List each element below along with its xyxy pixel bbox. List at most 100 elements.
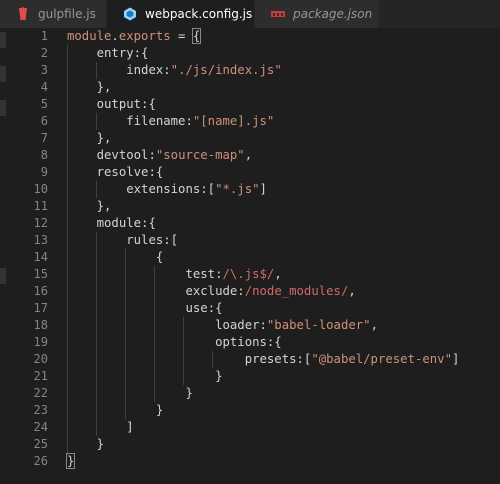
code-token: /\.js$/ xyxy=(222,267,275,281)
code-token: : xyxy=(237,284,245,298)
code-line[interactable]: use:{ xyxy=(67,300,500,317)
code-token: "source-map" xyxy=(155,148,245,162)
line-number: 2 xyxy=(40,46,48,60)
code-line[interactable]: entry:{ xyxy=(67,45,500,62)
code-line[interactable]: devtool:"source-map", xyxy=(67,147,500,164)
code-line[interactable]: } xyxy=(67,368,500,385)
line-number: 13 xyxy=(33,233,48,247)
code-token: options xyxy=(215,335,267,349)
code-line[interactable]: { xyxy=(67,249,500,266)
code-token: :{ xyxy=(141,216,156,230)
code-token: "./js/index.js" xyxy=(170,63,282,77)
tab-gulpfile[interactable]: gulpfile.js xyxy=(0,0,107,28)
code-token: "@babel/preset-env" xyxy=(311,352,452,366)
line-number: 11 xyxy=(33,199,48,213)
line-number: 1 xyxy=(40,29,48,43)
code-token: : xyxy=(148,148,156,162)
tab-package-json[interactable]: package.json xyxy=(255,0,380,28)
code-token: "[name].js" xyxy=(192,114,275,128)
gutter-marker xyxy=(0,66,6,82)
code-token: exclude xyxy=(185,284,238,298)
gulp-icon xyxy=(16,7,30,21)
code-token: resolve xyxy=(96,165,149,179)
code-line[interactable]: loader:"babel-loader", xyxy=(67,317,500,334)
gutter-marker xyxy=(0,268,6,284)
code-editor[interactable]: module.exports = { entry:{ index:"./js/i… xyxy=(65,28,500,470)
code-token: use xyxy=(185,301,208,315)
code-line[interactable]: module:{ xyxy=(67,215,500,232)
line-number: 10 xyxy=(33,182,48,196)
gutter-strip xyxy=(0,28,9,484)
line-number: 25 xyxy=(33,437,48,451)
code-line[interactable]: } xyxy=(67,402,500,419)
code-line[interactable]: module.exports = { xyxy=(67,28,500,45)
code-token: : xyxy=(163,63,171,77)
code-line[interactable]: }, xyxy=(67,130,500,147)
line-number: 21 xyxy=(33,369,48,383)
code-token: "*.js" xyxy=(215,182,260,196)
code-token: loader xyxy=(215,318,260,332)
line-number: 15 xyxy=(33,267,48,281)
code-token: ] xyxy=(259,182,267,196)
code-token: : xyxy=(259,318,267,332)
tab-label: gulpfile.js xyxy=(38,7,96,21)
code-token: module xyxy=(67,29,112,43)
code-token: = xyxy=(170,29,193,43)
line-number: 16 xyxy=(33,284,48,298)
line-number: 7 xyxy=(40,131,48,145)
code-token: rules xyxy=(126,233,164,247)
code-line[interactable]: rules:[ xyxy=(67,232,500,249)
code-line[interactable]: options:{ xyxy=(67,334,500,351)
code-token: filename xyxy=(126,114,186,128)
code-token: module xyxy=(96,216,142,230)
code-token: , xyxy=(274,267,282,281)
tab-label: webpack.config.js xyxy=(145,7,253,21)
matched-bracket: } xyxy=(65,453,76,469)
code-line[interactable]: filename:"[name].js" xyxy=(67,113,500,130)
code-token: :{ xyxy=(266,335,282,349)
code-token: }, xyxy=(96,131,112,145)
code-token: : xyxy=(185,114,193,128)
tab-label: package.json xyxy=(293,7,373,21)
code-token: }, xyxy=(96,80,112,94)
gutter-marker xyxy=(0,100,6,116)
code-line[interactable]: test:/\.js$/, xyxy=(67,266,500,283)
code-token: exports xyxy=(118,29,171,43)
code-line[interactable]: index:"./js/index.js" xyxy=(67,62,500,79)
webpack-icon xyxy=(123,7,137,21)
tab-webpack-config[interactable]: webpack.config.js × xyxy=(107,0,275,28)
code-token: } xyxy=(215,369,223,383)
code-line[interactable]: } xyxy=(67,385,500,402)
code-line[interactable]: ] xyxy=(67,419,500,436)
code-line[interactable]: } xyxy=(67,436,500,453)
code-line[interactable]: resolve:{ xyxy=(67,164,500,181)
code-line[interactable]: exclude:/node_modules/, xyxy=(67,283,500,300)
gutter-marker xyxy=(0,32,6,48)
code-token: } xyxy=(185,386,193,400)
code-token: } xyxy=(155,403,164,417)
line-number: 3 xyxy=(40,63,48,77)
code-line[interactable]: }, xyxy=(67,79,500,96)
code-token: ] xyxy=(126,420,134,434)
code-token: :[ xyxy=(296,352,312,366)
code-token: output xyxy=(96,97,142,111)
code-line[interactable]: extensions:["*.js"] xyxy=(67,181,500,198)
code-token: }, xyxy=(96,199,112,213)
code-token: entry xyxy=(96,46,134,60)
code-token: { xyxy=(155,250,164,264)
code-token: , xyxy=(244,148,253,162)
line-number: 5 xyxy=(40,97,48,111)
line-number: 22 xyxy=(33,386,48,400)
code-line[interactable]: presets:["@babel/preset-env"] xyxy=(67,351,500,368)
code-token: :{ xyxy=(141,97,156,111)
line-number: 19 xyxy=(33,335,48,349)
code-line[interactable]: } xyxy=(65,453,500,470)
line-numbers: 1 2 3 4 5 6 7 8 9 10 11 12 13 14 15 16 1… xyxy=(18,28,48,470)
code-line[interactable]: output:{ xyxy=(67,96,500,113)
line-number: 18 xyxy=(33,318,48,332)
code-token: : xyxy=(215,267,223,281)
code-token: index xyxy=(126,63,164,77)
line-number: 23 xyxy=(33,403,48,417)
code-line[interactable]: }, xyxy=(67,198,500,215)
npm-icon xyxy=(271,7,285,21)
